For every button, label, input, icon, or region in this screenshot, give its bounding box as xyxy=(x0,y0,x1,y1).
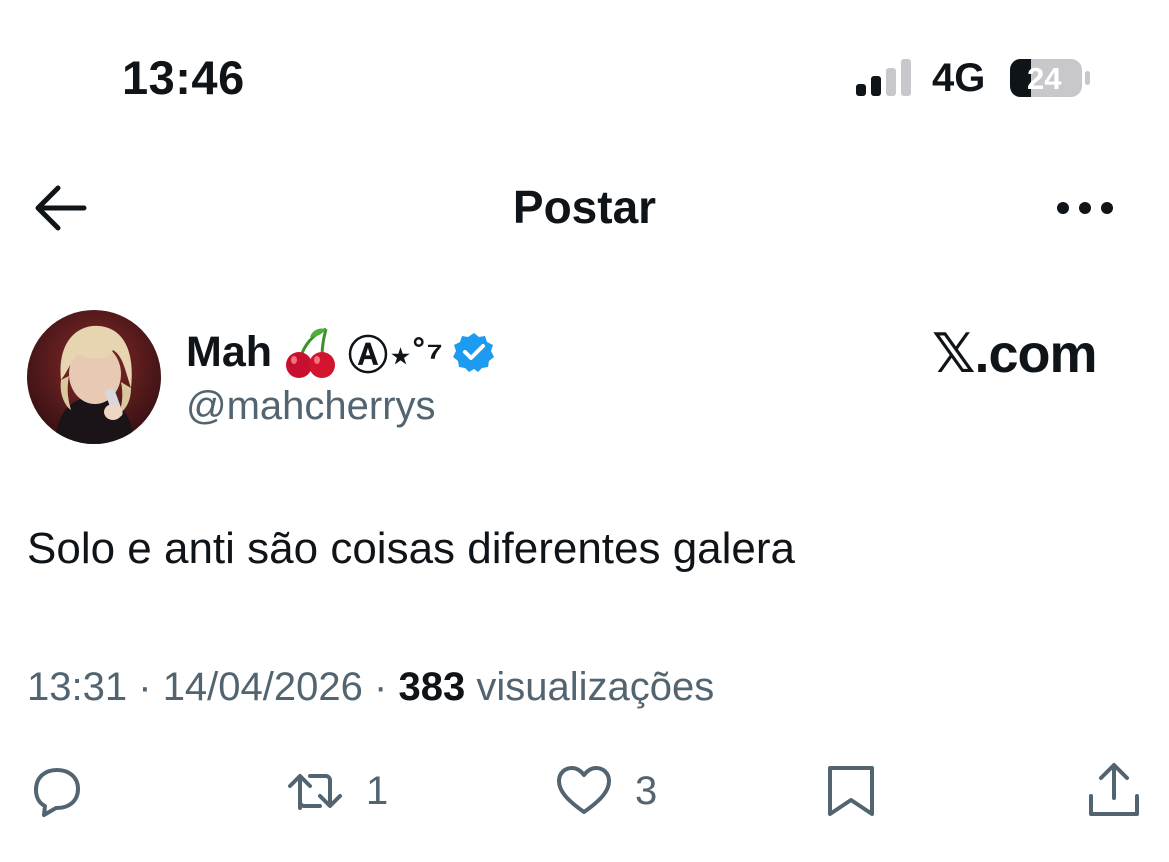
author-handle[interactable]: @mahcherrys xyxy=(186,384,436,429)
battery-icon: 24 xyxy=(1009,58,1091,98)
signal-icon xyxy=(856,59,911,96)
retweet-icon xyxy=(288,774,342,810)
post-date: 14/04/2026 xyxy=(162,665,363,709)
views-label: visualizações xyxy=(476,665,715,709)
cherry-emoji xyxy=(286,327,335,378)
views-count[interactable]: 383 xyxy=(398,665,465,709)
like-count: 3 xyxy=(635,768,658,813)
author-name: Mah xyxy=(186,327,272,376)
verified-badge-icon xyxy=(452,333,494,372)
avatar[interactable] xyxy=(27,310,161,444)
page-title: Postar xyxy=(512,181,657,233)
reply-icon xyxy=(34,768,80,817)
post-meta: 13:31 · 14/04/2026 · 383 visualizações xyxy=(27,665,714,710)
network-type: 4G xyxy=(932,56,986,100)
meta-separator: · xyxy=(374,665,388,709)
share-button[interactable] xyxy=(1085,762,1143,820)
retweet-button[interactable]: 1 xyxy=(286,762,388,820)
reply-button[interactable] xyxy=(28,762,86,820)
more-horizontal-icon[interactable] xyxy=(1054,188,1116,228)
author-name-row[interactable]: Mah Ⓐ⋆˚⁷ xyxy=(186,322,495,382)
post-time: 13:31 xyxy=(27,665,128,709)
status-time: 13:46 xyxy=(122,51,245,104)
meta-separator: · xyxy=(138,665,152,709)
name-decoration: Ⓐ⋆˚⁷ xyxy=(348,334,443,378)
like-button[interactable]: 3 xyxy=(555,762,657,820)
bookmark-icon xyxy=(828,766,874,816)
retweet-count: 1 xyxy=(366,768,389,813)
brand-watermark: 𝕏.com xyxy=(932,324,1098,384)
post-text: Solo e anti são coisas diferentes galera xyxy=(27,524,796,573)
share-icon xyxy=(1089,763,1139,816)
battery-level: 24 xyxy=(1027,61,1062,96)
bookmark-button[interactable] xyxy=(822,762,880,820)
heart-icon xyxy=(557,766,611,814)
